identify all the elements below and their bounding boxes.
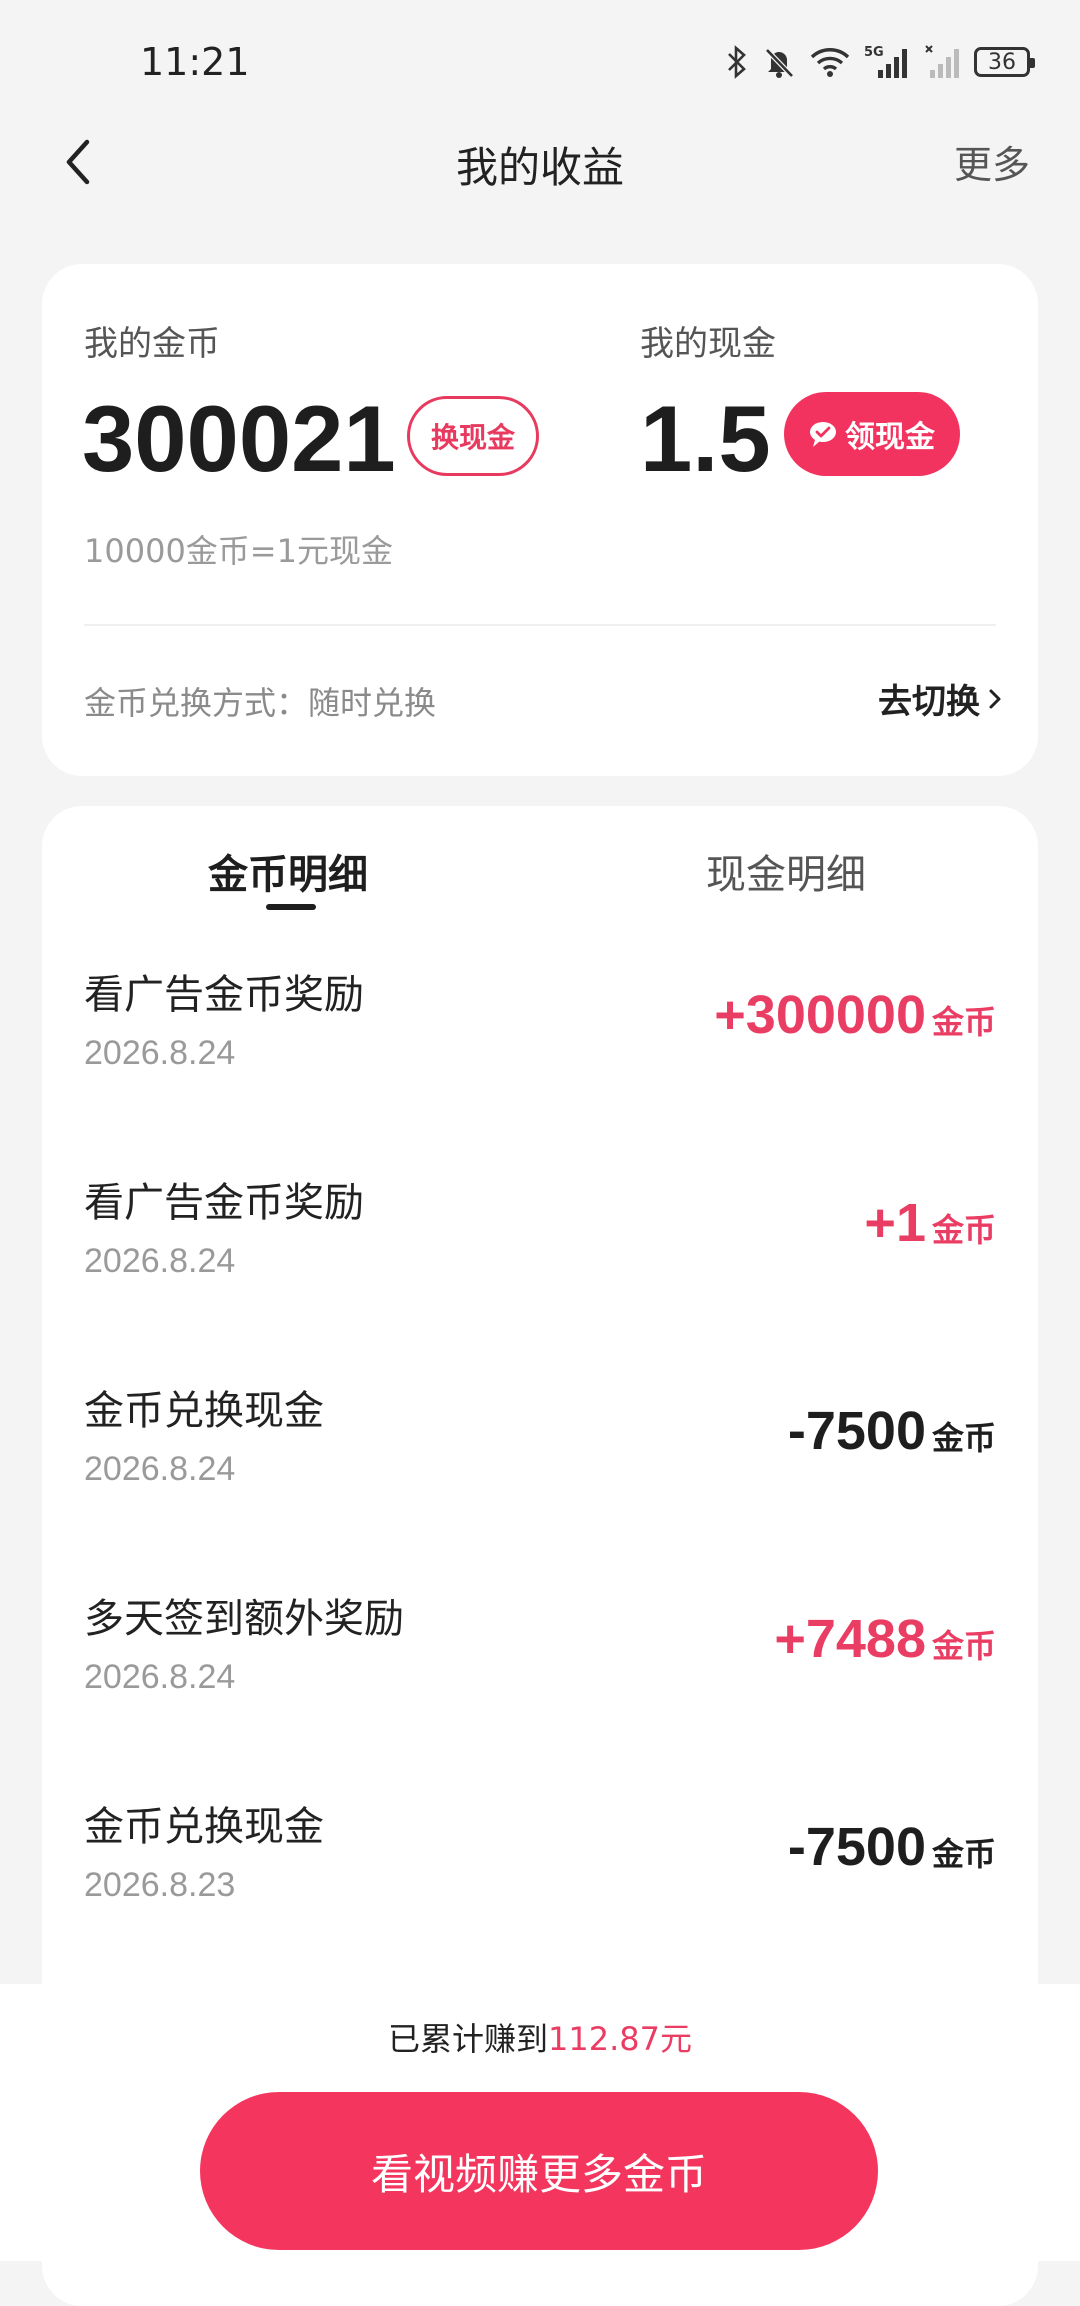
cash-label: 我的现金 bbox=[640, 324, 776, 364]
record-amount-value: -7500 bbox=[787, 1817, 926, 1877]
record-amount: +300000 金币 bbox=[714, 984, 996, 1046]
record-amount-value: +7488 bbox=[774, 1609, 926, 1669]
record-date: 2026.8.24 bbox=[84, 1242, 236, 1280]
record-amount: +7488 金币 bbox=[774, 1608, 996, 1670]
bell-off-icon bbox=[762, 45, 796, 79]
switch-method-link[interactable]: 去切换 bbox=[878, 674, 1002, 723]
total-earned-text: 已累计赚到112.87元 bbox=[0, 2014, 1080, 2060]
status-bar: 11:21 5G 36 bbox=[0, 0, 1080, 130]
record-amount: +1 金币 bbox=[864, 1192, 996, 1254]
divider bbox=[84, 624, 996, 626]
record-title: 金币兑换现金 bbox=[84, 1388, 324, 1434]
record-title: 看广告金币奖励 bbox=[84, 972, 364, 1018]
record-amount-unit: 金币 bbox=[931, 1835, 996, 1873]
record-amount-unit: 金币 bbox=[931, 1003, 996, 1041]
record-amount-unit: 金币 bbox=[931, 1627, 996, 1665]
record-item[interactable]: 看广告金币奖励 2026.8.24 +1 金币 bbox=[42, 1170, 1038, 1320]
record-item[interactable]: 金币兑换现金 2026.8.23 -7500 金币 bbox=[42, 1794, 1038, 1944]
record-amount: -7500 金币 bbox=[788, 1816, 996, 1878]
network-type-label: 5G bbox=[864, 45, 884, 60]
record-amount-unit: 金币 bbox=[931, 1211, 996, 1249]
switch-method-label: 去切换 bbox=[878, 682, 980, 722]
balance-card: 我的金币 300021 换现金 我的现金 1.5 领现金 10000金币=1元现… bbox=[42, 264, 1038, 776]
total-earned-amount: 112.87元 bbox=[548, 2020, 692, 2058]
withdraw-cash-button[interactable]: 领现金 bbox=[784, 392, 960, 476]
record-item[interactable]: 多天签到额外奖励 2026.8.24 +7488 金币 bbox=[42, 1586, 1038, 1736]
exchange-method-text: 金币兑换方式：随时兑换 bbox=[84, 684, 437, 722]
chevron-right-icon bbox=[989, 689, 1001, 708]
record-date: 2026.8.24 bbox=[84, 1450, 236, 1488]
record-amount-unit: 金币 bbox=[931, 1419, 996, 1457]
record-amount-value: +300000 bbox=[714, 985, 926, 1045]
record-item[interactable]: 看广告金币奖励 2026.8.24 +300000 金币 bbox=[42, 962, 1038, 1112]
status-time: 11:21 bbox=[140, 40, 250, 84]
status-icons: 5G 36 bbox=[726, 44, 1035, 80]
signal-no-service-icon bbox=[924, 44, 960, 80]
nav-bar: 我的收益 更多 bbox=[0, 120, 1080, 204]
bluetooth-icon bbox=[726, 45, 748, 79]
total-earned-prefix: 已累计赚到 bbox=[388, 2020, 549, 2058]
record-date: 2026.8.24 bbox=[84, 1034, 236, 1072]
record-title: 看广告金币奖励 bbox=[84, 1180, 364, 1226]
more-button[interactable]: 更多 bbox=[954, 134, 1030, 189]
coins-value: 300021 bbox=[82, 386, 396, 491]
record-title: 金币兑换现金 bbox=[84, 1804, 324, 1850]
bottom-bar: 已累计赚到112.87元 看视频赚更多金币 bbox=[0, 1984, 1080, 2261]
signal-icon: 5G bbox=[864, 44, 910, 80]
record-date: 2026.8.24 bbox=[84, 1658, 236, 1696]
tab-coin-details[interactable]: 金币明细 bbox=[208, 842, 368, 900]
wifi-icon bbox=[810, 46, 850, 78]
record-date: 2026.8.23 bbox=[84, 1866, 236, 1904]
record-amount: -7500 金币 bbox=[788, 1400, 996, 1462]
cash-value: 1.5 bbox=[640, 386, 771, 491]
active-tab-indicator bbox=[266, 904, 316, 910]
tab-cash-details[interactable]: 现金明细 bbox=[706, 842, 866, 900]
exchange-rate-text: 10000金币=1元现金 bbox=[84, 532, 393, 570]
watch-video-earn-button[interactable]: 看视频赚更多金币 bbox=[200, 2092, 878, 2250]
page-title: 我的收益 bbox=[455, 143, 624, 192]
record-item[interactable]: 金币兑换现金 2026.8.24 -7500 金币 bbox=[42, 1378, 1038, 1528]
wechat-icon bbox=[810, 422, 836, 447]
record-title: 多天签到额外奖励 bbox=[84, 1596, 404, 1642]
coins-label: 我的金币 bbox=[84, 324, 220, 364]
exchange-cash-button[interactable]: 换现金 bbox=[407, 396, 539, 476]
battery-icon: 36 bbox=[974, 47, 1035, 77]
withdraw-cash-label: 领现金 bbox=[845, 420, 935, 455]
record-amount-value: -7500 bbox=[787, 1401, 926, 1461]
record-amount-value: +1 bbox=[864, 1193, 926, 1253]
